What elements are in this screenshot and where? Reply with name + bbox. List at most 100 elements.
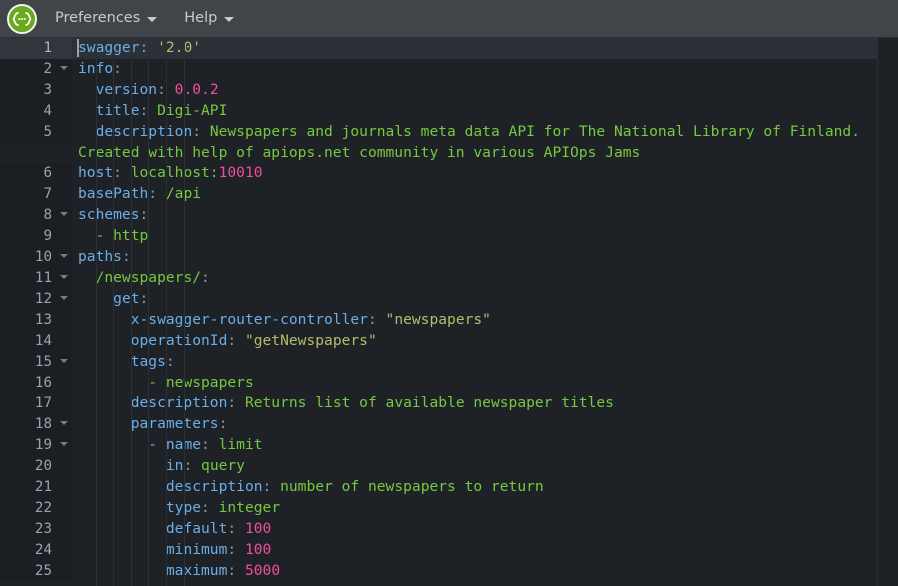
line-number-gutter: 1: [0, 38, 72, 59]
code-line[interactable]: 19 - name: limit: [0, 435, 898, 457]
code-line-text[interactable]: description: number of newspapers to ret…: [72, 477, 898, 498]
line-number-gutter: 7: [0, 184, 72, 206]
code-line[interactable]: 15 tags:: [0, 351, 898, 373]
code-line[interactable]: 9 - http: [0, 226, 898, 248]
code-line-text[interactable]: version: 0.0.2: [72, 80, 898, 101]
line-number: 6: [43, 165, 52, 182]
code-line-text[interactable]: type: integer: [72, 498, 898, 519]
code-line[interactable]: 23 default: 100: [0, 518, 898, 540]
fold-toggle-icon[interactable]: [60, 65, 68, 70]
code-line[interactable]: 8 schemes:: [0, 205, 898, 227]
code-line[interactable]: 18 parameters:: [0, 414, 898, 436]
code-line[interactable]: 5 description: Newspapers and journals m…: [0, 121, 898, 164]
fold-toggle-icon[interactable]: [60, 442, 68, 447]
code-line-text[interactable]: maximum: 5000: [72, 561, 898, 582]
code-line-text[interactable]: - name: limit: [72, 435, 898, 456]
line-number-gutter: 3: [0, 79, 72, 101]
code-line-text[interactable]: info:: [72, 59, 898, 80]
code-line[interactable]: 20 in: query: [0, 456, 898, 478]
code-line[interactable]: 1 swagger: '2.0': [0, 38, 898, 59]
code-line[interactable]: 6 host: localhost:10010: [0, 163, 898, 185]
line-number-gutter: 24: [0, 539, 72, 561]
text-cursor: [77, 39, 79, 57]
vertical-scrollbar[interactable]: [877, 38, 898, 586]
code-line-text[interactable]: get:: [72, 289, 898, 310]
fold-toggle-icon[interactable]: [60, 212, 68, 217]
code-token: limit: [218, 436, 263, 454]
code-line-text[interactable]: - newspapers: [72, 373, 898, 394]
code-line[interactable]: 2 info:: [0, 58, 898, 80]
code-line-text[interactable]: tags:: [72, 352, 898, 373]
code-line-text[interactable]: description: Newspapers and journals met…: [72, 122, 898, 164]
code-token: :: [192, 122, 210, 140]
line-number-gutter: 5: [0, 121, 72, 143]
code-line-text[interactable]: default: 100: [72, 519, 898, 540]
code-line[interactable]: 12 get:: [0, 288, 898, 310]
fold-toggle-icon[interactable]: [60, 295, 68, 300]
menu-preferences[interactable]: Preferences: [46, 5, 166, 32]
code-line-text[interactable]: basePath: /api: [72, 184, 898, 205]
code-line-text[interactable]: operationId: "getNewspapers": [72, 331, 898, 352]
fold-toggle-icon[interactable]: [60, 274, 68, 279]
fold-toggle-icon[interactable]: [60, 254, 68, 259]
code-line-text[interactable]: minimum: 100: [72, 540, 898, 561]
line-number: 1: [43, 40, 52, 56]
line-number-gutter: 12: [0, 288, 72, 310]
code-token: :: [227, 540, 245, 558]
menu-preferences-label: Preferences: [55, 10, 141, 26]
code-token: :: [218, 415, 228, 433]
code-line[interactable]: 13 x-swagger-router-controller: "newspap…: [0, 309, 898, 331]
code-line[interactable]: 10 paths:: [0, 247, 898, 268]
editor-content[interactable]: 1 swagger: '2.0' 2 info: 3 version: 0.0.2 4 t…: [0, 38, 898, 582]
code-line[interactable]: 3 version: 0.0.2: [0, 79, 898, 101]
line-number-gutter: 23: [0, 518, 72, 540]
code-line-text[interactable]: host: localhost:10010: [72, 163, 898, 184]
code-line-text[interactable]: /newspapers/:: [72, 268, 898, 289]
code-line[interactable]: 21 description: number of newspapers to …: [0, 477, 898, 498]
code-token: 5000: [244, 561, 281, 579]
code-token: description: [78, 478, 263, 496]
code-line[interactable]: 25 maximum: 5000: [0, 560, 898, 582]
code-line[interactable]: 16 - newspapers: [0, 372, 898, 394]
line-number: 13: [34, 311, 52, 328]
code-token: localhost:: [130, 164, 219, 182]
code-line[interactable]: 24 minimum: 100: [0, 539, 898, 561]
line-number: 24: [34, 541, 52, 558]
code-token: "newspapers": [385, 310, 491, 328]
code-line-text[interactable]: title: Digi-API: [72, 101, 898, 122]
code-token: minimum: [78, 540, 228, 558]
code-line-text[interactable]: description: Returns list of available n…: [72, 393, 898, 414]
code-line-text[interactable]: swagger: '2.0': [72, 38, 898, 59]
code-token: description: [78, 122, 193, 140]
line-number-gutter: 4: [0, 100, 72, 122]
code-token: :: [227, 331, 245, 349]
line-number-gutter: 6: [0, 163, 72, 185]
code-token: maximum: [78, 561, 228, 579]
code-line-text[interactable]: in: query: [72, 456, 898, 477]
code-line[interactable]: 4 title: Digi-API: [0, 100, 898, 122]
chevron-down-icon: [147, 16, 158, 22]
code-line-text[interactable]: paths:: [72, 247, 898, 268]
line-number-gutter: 17: [0, 393, 72, 415]
line-number: 9: [43, 228, 52, 245]
line-number-gutter: 14: [0, 330, 72, 352]
code-line-text[interactable]: - http: [72, 226, 898, 247]
fold-toggle-icon[interactable]: [60, 421, 68, 426]
code-line[interactable]: 22 type: integer: [0, 497, 898, 519]
code-line[interactable]: 17 description: Returns list of availabl…: [0, 393, 898, 415]
line-number-gutter: 16: [0, 372, 72, 394]
code-token: '2.0': [157, 39, 202, 56]
code-token: :: [139, 206, 149, 224]
code-line-text[interactable]: schemes:: [72, 205, 898, 226]
code-line[interactable]: 11 /newspapers/:: [0, 267, 898, 289]
code-line-text[interactable]: x-swagger-router-controller: "newspapers…: [72, 310, 898, 331]
menu-help[interactable]: Help: [175, 5, 243, 32]
code-line[interactable]: 14 operationId: "getNewspapers": [0, 330, 898, 352]
code-token: :: [227, 519, 245, 537]
yaml-code-editor[interactable]: 1 swagger: '2.0' 2 info: 3 version: 0.0.2 4 t…: [0, 38, 898, 586]
swagger-braces-logo-icon[interactable]: [7, 3, 37, 34]
code-line[interactable]: 7 basePath: /api: [0, 184, 898, 206]
line-number-gutter: 15: [0, 351, 72, 373]
fold-toggle-icon[interactable]: [60, 358, 68, 363]
code-line-text[interactable]: parameters:: [72, 414, 898, 435]
